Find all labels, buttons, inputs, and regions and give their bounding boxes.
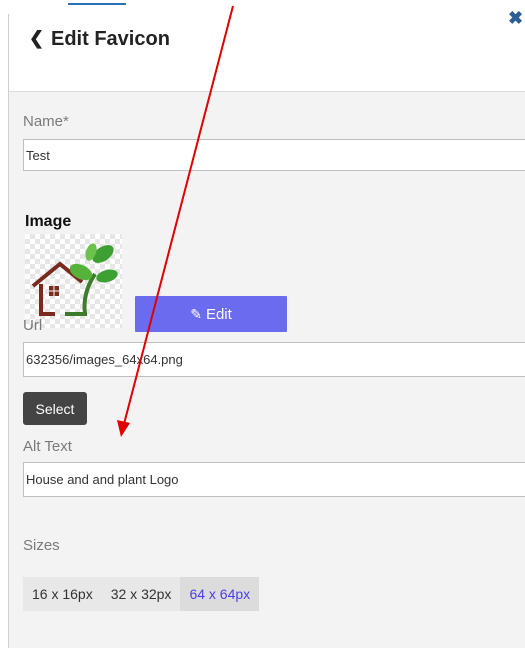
name-label: Name* <box>23 113 69 130</box>
pencil-icon: ✎ <box>190 305 202 322</box>
url-input[interactable] <box>23 342 525 377</box>
select-button[interactable]: Select <box>23 392 87 425</box>
size-option-32[interactable]: 32 x 32px <box>101 577 181 611</box>
edit-image-button[interactable]: ✎ Edit <box>135 296 287 332</box>
top-link[interactable] <box>68 0 126 5</box>
sizes-group: 16 x 16px 32 x 32px 64 x 64px <box>23 577 260 611</box>
close-icon[interactable]: ✖ <box>508 8 523 29</box>
house-plant-logo <box>31 243 118 316</box>
alt-text-input[interactable] <box>23 462 525 497</box>
edit-favicon-panel: ❮ Edit Favicon ✖ Name* Image ✎Edit Url <box>8 8 525 648</box>
top-strip <box>0 0 525 14</box>
chevron-left-icon[interactable]: ❮ <box>29 28 44 49</box>
panel-header: ❮ Edit Favicon ✖ <box>9 8 525 92</box>
alt-text-label: Alt Text <box>23 438 72 455</box>
sizes-label: Sizes <box>23 537 60 554</box>
name-input[interactable] <box>23 139 525 171</box>
size-option-16[interactable]: 16 x 16px <box>23 577 102 611</box>
image-heading: Image <box>25 213 72 230</box>
panel-body: Name* Image ✎Edit Url Select Alt Text <box>9 92 525 648</box>
size-option-64[interactable]: 64 x 64px <box>180 577 260 611</box>
edit-button-label: Edit <box>205 305 232 323</box>
url-label: Url <box>23 317 43 334</box>
page-title: Edit Favicon <box>51 28 170 50</box>
favicon-thumbnail <box>25 234 122 328</box>
